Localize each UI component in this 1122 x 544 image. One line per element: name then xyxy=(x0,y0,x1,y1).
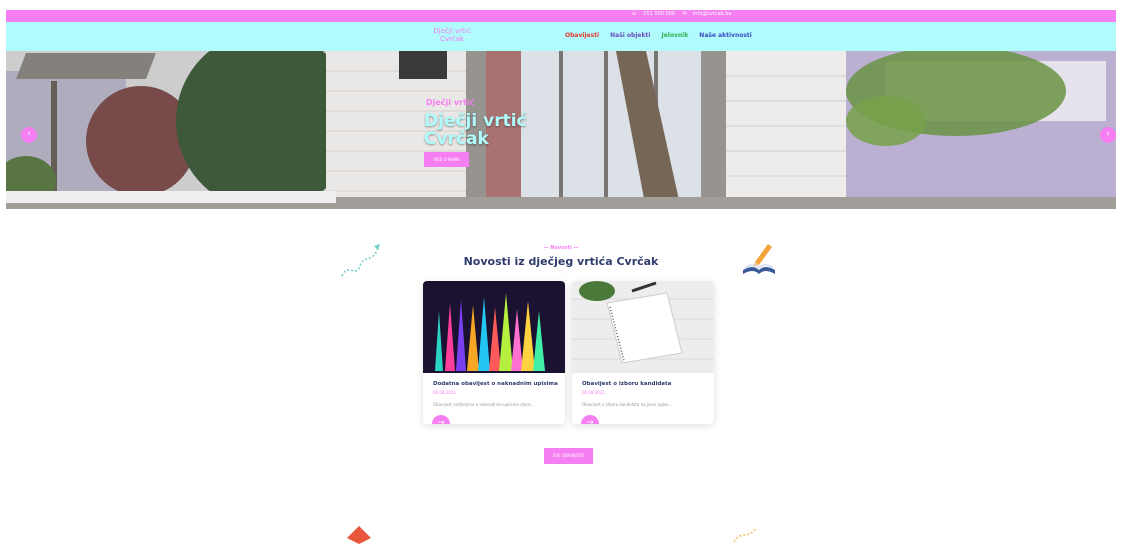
news-section-title: Novosti iz dječjeg vrtića Cvrčak xyxy=(463,255,659,268)
read-more-arrow-icon[interactable]: → xyxy=(581,415,599,424)
read-more-arrow-icon[interactable]: → xyxy=(432,415,450,424)
main-menu: Obavijesti Naši objekti Jelovnik Naše ak… xyxy=(565,32,761,39)
news-card-title[interactable]: Obavijest o izboru kandidata xyxy=(582,381,671,387)
all-news-button[interactable]: SVE OBAVIJESTI xyxy=(544,448,593,464)
slider-next-button[interactable]: › xyxy=(1100,127,1116,143)
hero-title-line1: Dječji vrtić xyxy=(424,111,527,131)
hero-subtitle: Dječji vrtić xyxy=(426,98,475,107)
hero-background-photo xyxy=(6,51,1116,209)
news-card-excerpt: Obavijest o izboru kandidata na javni og… xyxy=(582,402,673,407)
news-card-image xyxy=(572,281,714,373)
logo-line1: Dječji vrtić xyxy=(433,27,471,35)
hero-title-line2: Cvrčak xyxy=(424,129,489,149)
phone-text[interactable]: 051 000 000 xyxy=(643,11,675,17)
main-navbar: Dječji vrtić Cvrčak Obavijesti Naši obje… xyxy=(6,22,1116,51)
hero-title: Dječji vrtić Cvrčak xyxy=(424,112,534,148)
mail-icon: ✉ xyxy=(682,11,687,17)
news-card-excerpt: Obavijest roditeljima o naknadnim upisim… xyxy=(433,402,535,407)
phone-icon: ☏ xyxy=(631,11,638,17)
menu-item-jelovnik[interactable]: Jelovnik xyxy=(661,32,688,39)
menu-item-obavijesti[interactable]: Obavijesti xyxy=(565,32,599,39)
news-card[interactable]: Dodatna obavijest o naknadnim upisima 06… xyxy=(423,281,565,424)
site-logo[interactable]: Dječji vrtić Cvrčak xyxy=(431,27,473,43)
dotted-swirl-icon xyxy=(733,527,757,543)
hero-cta-button[interactable]: VIŠE O NAMA xyxy=(424,152,469,167)
logo-line2: Cvrčak xyxy=(440,35,464,43)
kite-decoration-icon xyxy=(347,526,371,544)
news-card[interactable]: Obavijest o izboru kandidata 06.08.2021 … xyxy=(572,281,714,424)
contact-info: ☏ 051 000 000 ✉ info@cvrcak.ba xyxy=(631,11,737,17)
slider-prev-button[interactable]: ‹ xyxy=(21,127,37,143)
news-card-date: 06.08.2021 xyxy=(582,390,605,395)
hero-slider: Dječji vrtić Dječji vrtić Cvrčak VIŠE O … xyxy=(6,51,1116,209)
news-card-image xyxy=(423,281,565,373)
news-card-title[interactable]: Dodatna obavijest o naknadnim upisima xyxy=(433,381,558,387)
menu-item-nasi-objekti[interactable]: Naši objekti xyxy=(610,32,650,39)
news-kicker: — Novosti — xyxy=(543,245,579,251)
news-card-date: 06.08.2021 xyxy=(433,390,456,395)
email-text[interactable]: info@cvrcak.ba xyxy=(693,11,732,17)
top-bar: ☏ 051 000 000 ✉ info@cvrcak.ba xyxy=(6,10,1116,22)
menu-item-nase-aktivnosti[interactable]: Naše aktivnosti xyxy=(699,32,752,39)
